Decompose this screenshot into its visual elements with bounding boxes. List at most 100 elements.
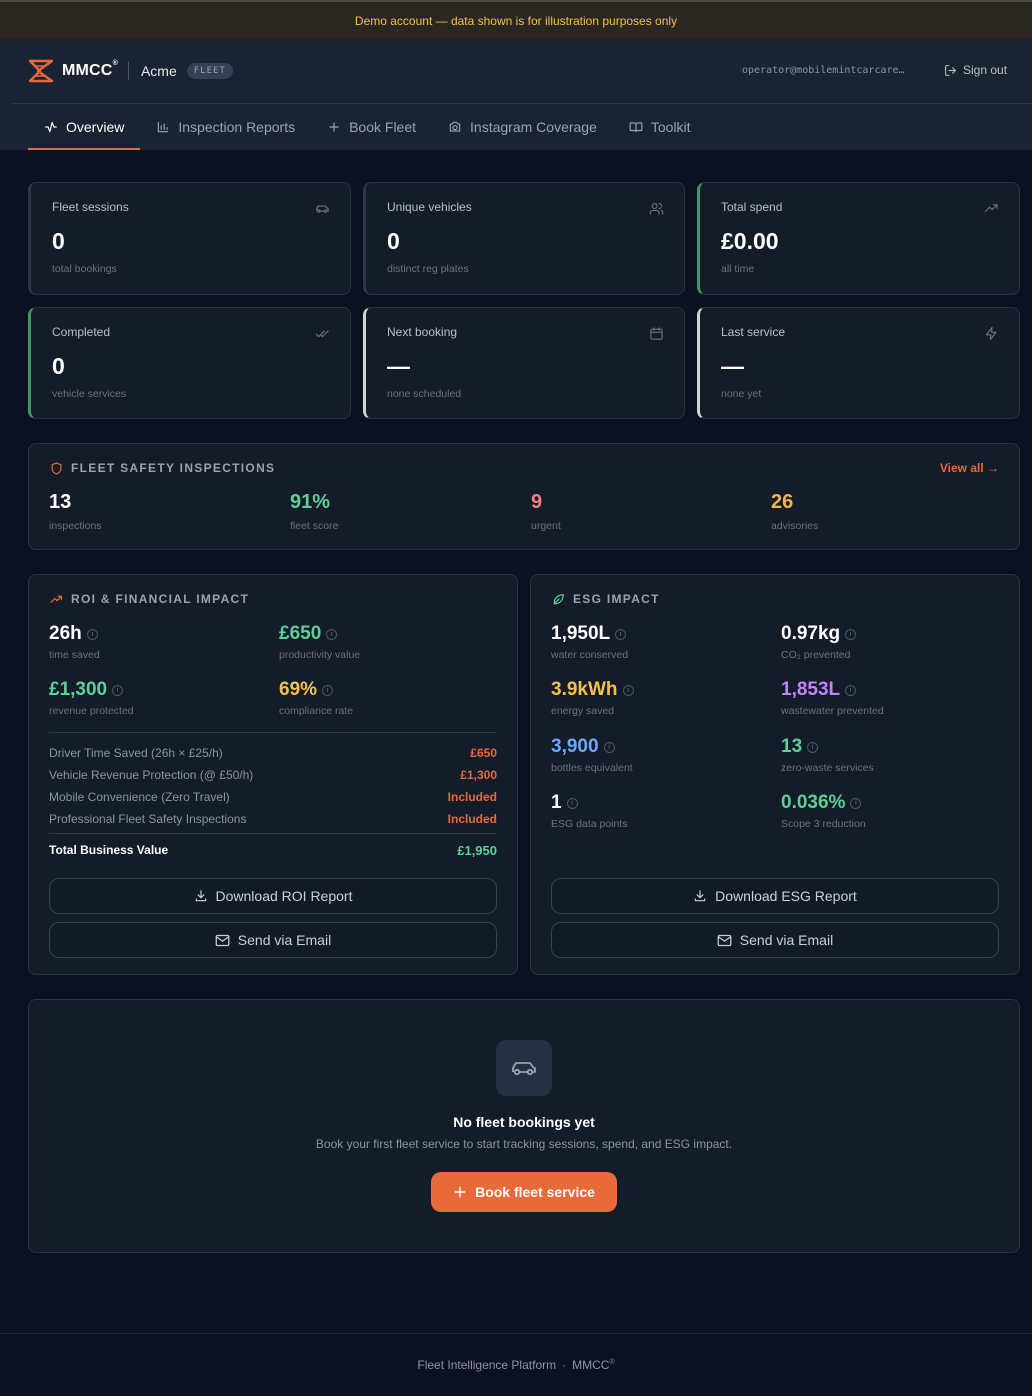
send-esg-email-button[interactable]: Send via Email — [551, 922, 999, 958]
esg-metric-scope3: 0.036% i Scope 3 reduction — [781, 792, 866, 830]
plus-icon — [329, 121, 339, 132]
send-roi-email-button[interactable]: Send via Email — [49, 922, 497, 958]
user-email: operator@mobilemintcarcare… — [742, 65, 905, 76]
tab-label: Inspection Reports — [178, 118, 296, 135]
fleet-score: 91% fleet score — [290, 491, 338, 532]
stat-sub: vehicle services — [52, 388, 127, 400]
roi-line-item: Vehicle Revenue Protection (@ £50/h) £1,3… — [49, 768, 497, 782]
footer-text: Fleet Intelligence Platform — [417, 1358, 557, 1372]
logo[interactable]: MMCC® Acme FLEET — [28, 59, 233, 83]
stat-sub: all time — [721, 263, 755, 275]
stat-card-completed: Completed 0 vehicle services — [28, 307, 351, 419]
inspection-label: inspections — [49, 520, 102, 532]
activity-icon — [45, 121, 57, 132]
tab-label: Book Fleet — [349, 118, 417, 135]
mail-icon — [717, 934, 732, 946]
esg-metric-wastewater: 1,853L i wastewater prevented — [781, 679, 884, 717]
metric-label: revenue protected — [49, 705, 134, 717]
button-label: Send via Email — [739, 932, 834, 948]
tab-label: Instagram Coverage — [470, 118, 597, 135]
info-icon[interactable]: i — [807, 741, 819, 753]
metric-value: 13 — [781, 736, 803, 757]
metric-value: 0.97kg — [781, 623, 841, 644]
metric-value: 3.9kWh — [551, 679, 618, 700]
line-amount: Included — [447, 790, 497, 804]
info-icon[interactable]: i — [112, 684, 124, 696]
metric-label: zero-waste services — [781, 762, 874, 774]
stat-label: Unique vehicles — [387, 200, 472, 214]
users-icon — [649, 202, 664, 215]
inspections-count: 13 inspections — [49, 491, 102, 532]
esg-metric-co2: 0.97kg i CO₂ prevented — [781, 623, 857, 661]
metric-value: £1,300 — [49, 679, 108, 700]
roi-metric-revenue: £1,300 i revenue protected — [49, 679, 134, 717]
info-icon[interactable]: i — [850, 797, 862, 809]
camera-icon — [449, 121, 461, 132]
book-fleet-service-button[interactable]: Book fleet service — [431, 1172, 617, 1212]
button-label: Download ROI Report — [215, 888, 353, 904]
sign-out-button[interactable]: Sign out — [944, 63, 1007, 77]
line-label: Driver Time Saved (26h × £25/h) — [49, 746, 223, 760]
stat-sub: total bookings — [52, 263, 117, 275]
metric-label: productivity value — [279, 649, 361, 661]
info-icon[interactable]: i — [326, 628, 338, 640]
metric-label: bottles equivalent — [551, 762, 633, 774]
info-icon[interactable]: i — [615, 628, 627, 640]
divider — [49, 732, 497, 733]
info-icon[interactable]: i — [566, 797, 578, 809]
esg-metric-energy: 3.9kWh i energy saved — [551, 679, 634, 717]
trending-up-icon — [50, 595, 62, 603]
tab-inspection-reports[interactable]: Inspection Reports — [140, 103, 311, 150]
esg-metric-zero-waste: 13 i zero-waste services — [781, 736, 874, 774]
trending-up-icon — [984, 204, 998, 213]
tab-book-fleet[interactable]: Book Fleet — [311, 103, 432, 150]
metric-value: 1,853L — [781, 679, 841, 700]
stat-value: — — [721, 353, 744, 379]
section-title: ESG IMPACT — [552, 592, 660, 606]
roi-line-item: Mobile Convenience (Zero Travel) Included — [49, 790, 497, 804]
stat-label: Last service — [721, 325, 786, 339]
info-icon[interactable]: i — [603, 741, 615, 753]
roi-metric-compliance: 69% i compliance rate — [279, 679, 353, 717]
roi-total: Total Business Value £1,950 — [49, 843, 497, 858]
demo-banner: Demo account — data shown is for illustr… — [0, 0, 1032, 39]
inspection-label: urgent — [531, 520, 561, 532]
button-label: Send via Email — [237, 932, 332, 948]
info-icon[interactable]: i — [322, 684, 334, 696]
info-icon[interactable]: i — [622, 684, 634, 696]
section-title-text: ESG IMPACT — [573, 592, 660, 606]
app-header: MMCC® Acme FLEET operator@mobilemintcarc… — [0, 39, 1032, 150]
line-amount: £650 — [470, 746, 497, 760]
metric-value: 3,900 — [551, 736, 599, 757]
view-all-link[interactable]: View all → — [940, 461, 999, 475]
calendar-icon — [650, 327, 663, 340]
tab-overview[interactable]: Overview — [28, 103, 141, 150]
metric-label: water conserved — [551, 649, 629, 661]
roi-metric-productivity: £650 i productivity value — [279, 623, 360, 661]
demo-banner-text: Demo account — data shown is for illustr… — [354, 13, 678, 28]
car-icon — [316, 205, 329, 213]
brand-name: MMCC® — [62, 60, 118, 79]
stat-card-next-booking: Next booking — none scheduled — [363, 307, 685, 419]
stat-value: 0 — [52, 353, 65, 379]
fleet-safety-inspections-card: FLEET SAFETY INSPECTIONS View all → 13 i… — [28, 443, 1020, 550]
info-icon[interactable]: i — [86, 628, 98, 640]
section-title: ROI & FINANCIAL IMPACT — [50, 592, 249, 606]
metric-label: wastewater prevented — [781, 705, 884, 717]
download-icon — [195, 890, 206, 902]
button-label: Book fleet service — [475, 1184, 595, 1200]
footer-separator: · — [562, 1358, 567, 1372]
tab-toolkit[interactable]: Toolkit — [613, 103, 707, 150]
metric-label: CO₂ prevented — [781, 649, 851, 661]
info-icon[interactable]: i — [845, 628, 857, 640]
stat-value: £0.00 — [721, 228, 779, 254]
tab-instagram-coverage[interactable]: Instagram Coverage — [432, 103, 613, 150]
total-label: Total Business Value — [49, 843, 169, 857]
metric-label: time saved — [49, 649, 100, 661]
stat-sub: none yet — [721, 388, 762, 400]
download-roi-report-button[interactable]: Download ROI Report — [49, 878, 497, 914]
download-esg-report-button[interactable]: Download ESG Report — [551, 878, 999, 914]
nav-tabs: Overview Inspection Reports Book Fleet I… — [28, 103, 707, 150]
info-icon[interactable]: i — [845, 684, 857, 696]
metric-label: ESG data points — [551, 818, 628, 830]
